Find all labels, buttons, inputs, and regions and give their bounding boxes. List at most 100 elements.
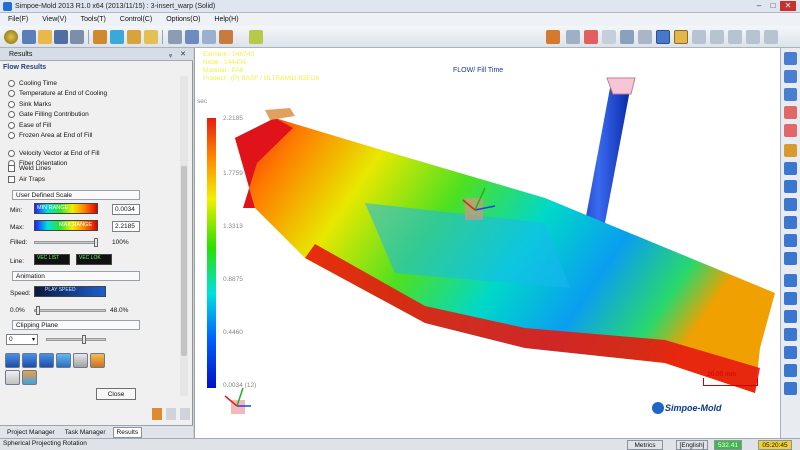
zoom-icon[interactable] bbox=[728, 30, 742, 44]
solid-view-icon[interactable] bbox=[656, 30, 670, 44]
mesh-icon[interactable] bbox=[93, 30, 107, 44]
radio-gate-filling[interactable]: Gate Filling Contribution bbox=[8, 110, 107, 121]
results-icon[interactable] bbox=[249, 30, 263, 44]
view-right-icon[interactable] bbox=[784, 252, 797, 265]
menu-file[interactable]: File(F) bbox=[8, 16, 28, 23]
filled-slider-thumb[interactable] bbox=[94, 238, 98, 247]
edge-icon[interactable] bbox=[692, 30, 706, 44]
close-window-button[interactable]: ✕ bbox=[780, 1, 796, 11]
view-front-icon[interactable] bbox=[784, 162, 797, 175]
panel-tool-icon-2[interactable] bbox=[166, 408, 176, 420]
pan-icon[interactable] bbox=[784, 346, 797, 359]
tab-project-manager[interactable]: Project Manager bbox=[4, 428, 58, 437]
view-left-icon[interactable] bbox=[784, 234, 797, 247]
min-value-input[interactable]: 0.0034 bbox=[112, 204, 140, 215]
check-air-traps[interactable]: Air Traps bbox=[8, 174, 51, 185]
speed-slider[interactable] bbox=[34, 309, 106, 312]
tab-results[interactable]: Results bbox=[112, 426, 143, 438]
panel-scrollbar[interactable] bbox=[180, 76, 188, 396]
section-icon[interactable] bbox=[620, 30, 634, 44]
print-icon[interactable] bbox=[70, 30, 84, 44]
radio-circle[interactable] bbox=[8, 121, 15, 129]
process-icon[interactable] bbox=[144, 30, 158, 44]
export-button[interactable] bbox=[90, 353, 105, 368]
wireframe-icon[interactable] bbox=[602, 30, 616, 44]
min-range-bar[interactable]: MIN RANGE bbox=[34, 203, 98, 214]
box-view-icon[interactable] bbox=[566, 30, 580, 44]
model-viewport[interactable]: Element : 246740 Node : 144404 Material … bbox=[194, 48, 780, 438]
nav-up-icon[interactable] bbox=[784, 52, 797, 65]
report-icon[interactable] bbox=[202, 30, 216, 44]
view-back-icon[interactable] bbox=[784, 180, 797, 193]
radio-circle[interactable] bbox=[8, 149, 15, 157]
pan-icon[interactable] bbox=[746, 30, 760, 44]
cube-red-icon[interactable] bbox=[584, 30, 598, 44]
vec-lok-button[interactable]: VEC LOK bbox=[76, 254, 112, 265]
nav-right-icon[interactable] bbox=[784, 88, 797, 101]
clip-slider[interactable] bbox=[46, 338, 106, 341]
rotate-cw-icon[interactable] bbox=[784, 124, 797, 137]
clip-slider-thumb[interactable] bbox=[82, 335, 86, 344]
speed-slider-thumb[interactable] bbox=[36, 306, 40, 315]
shade-icon[interactable] bbox=[546, 30, 560, 44]
image-button[interactable] bbox=[22, 370, 37, 385]
new-file-icon[interactable] bbox=[22, 30, 36, 44]
open-folder-icon[interactable] bbox=[38, 30, 52, 44]
radio-ease-of-fill[interactable]: Ease of Fill bbox=[8, 120, 107, 131]
vec-list-button[interactable]: VEC LIST bbox=[34, 254, 70, 265]
max-range-bar[interactable]: MAX RANGE bbox=[34, 220, 98, 231]
loop-button[interactable] bbox=[56, 353, 71, 368]
max-value-input[interactable]: 2.2185 bbox=[112, 221, 140, 232]
stop-button[interactable] bbox=[39, 353, 54, 368]
save-icon[interactable] bbox=[54, 30, 68, 44]
run-icon[interactable] bbox=[185, 30, 199, 44]
spin-icon[interactable] bbox=[784, 364, 797, 377]
zoom-window-icon[interactable] bbox=[784, 310, 797, 323]
radio-circle[interactable] bbox=[8, 79, 15, 87]
checkbox[interactable] bbox=[8, 176, 15, 183]
panel-tool-icon-3[interactable] bbox=[180, 408, 190, 420]
radio-cooling-time[interactable]: Cooling Time bbox=[8, 78, 107, 89]
view-top-icon[interactable] bbox=[784, 198, 797, 211]
radio-circle[interactable] bbox=[8, 111, 15, 119]
measure-icon[interactable] bbox=[784, 382, 797, 395]
rotate-icon[interactable] bbox=[764, 30, 778, 44]
play-speed-bar[interactable]: PLAY SPEED bbox=[34, 286, 106, 297]
scrollbar-thumb[interactable] bbox=[181, 166, 187, 356]
menu-help[interactable]: Help(H) bbox=[214, 16, 238, 23]
menu-control[interactable]: Control(C) bbox=[120, 16, 152, 23]
shaded-view-icon[interactable] bbox=[674, 30, 688, 44]
radio-frozen-area[interactable]: Frozen Area at End of Fill bbox=[8, 131, 107, 142]
radio-circle[interactable] bbox=[8, 90, 15, 98]
analysis-icon[interactable] bbox=[168, 30, 182, 44]
minimize-button[interactable]: – bbox=[752, 1, 766, 11]
clip-select[interactable]: 0 ▾ bbox=[6, 334, 38, 345]
maximize-button[interactable]: □ bbox=[766, 1, 780, 11]
radio-sink-marks[interactable]: Sink Marks bbox=[8, 99, 107, 110]
close-button[interactable]: Close bbox=[96, 388, 136, 400]
chart-button[interactable] bbox=[5, 370, 20, 385]
check-weld-lines[interactable]: Weld Lines bbox=[8, 163, 51, 174]
menu-tools[interactable]: Tools(T) bbox=[81, 16, 106, 23]
checkbox[interactable] bbox=[8, 165, 15, 172]
zoom-in-icon[interactable] bbox=[784, 274, 797, 287]
radio-temp-end-cooling[interactable]: Temperature at End of Cooling bbox=[8, 89, 107, 100]
nav-left-icon[interactable] bbox=[784, 70, 797, 83]
panel-pin-close[interactable]: ᵩ ✕ bbox=[169, 50, 189, 58]
material-icon[interactable] bbox=[127, 30, 141, 44]
filled-slider[interactable] bbox=[34, 241, 98, 244]
radio-circle[interactable] bbox=[8, 132, 15, 140]
tool-icon[interactable] bbox=[219, 30, 233, 44]
view-bottom-icon[interactable] bbox=[784, 216, 797, 229]
tab-task-manager[interactable]: Task Manager bbox=[62, 428, 109, 437]
rotate-ccw-icon[interactable] bbox=[784, 106, 797, 119]
play-button[interactable] bbox=[5, 353, 20, 368]
radio-circle[interactable] bbox=[8, 100, 15, 108]
gate-icon[interactable] bbox=[110, 30, 124, 44]
transparent-icon[interactable] bbox=[638, 30, 652, 44]
frame-button[interactable] bbox=[73, 353, 88, 368]
view-iso-icon[interactable] bbox=[784, 144, 797, 157]
fit-icon[interactable] bbox=[710, 30, 724, 44]
pause-button[interactable] bbox=[22, 353, 37, 368]
menu-view[interactable]: View(V) bbox=[42, 16, 66, 23]
